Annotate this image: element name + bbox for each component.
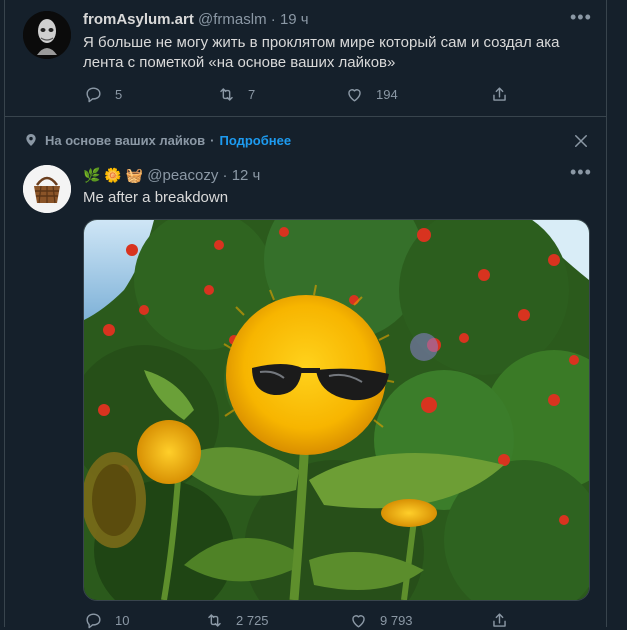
tweet-fromasylum[interactable]: fromAsylum.art @frmaslm · 19 ч ••• Я бол…: [5, 0, 606, 117]
context-separator: ·: [210, 132, 215, 148]
like-count: 194: [376, 87, 398, 102]
share-button[interactable]: [490, 611, 521, 630]
share-icon: [493, 87, 506, 101]
sparkle-pin-icon: [26, 134, 36, 146]
tweet-header: 🌿 🌼 🧺 @peacozy · 12 ч: [83, 165, 260, 186]
like-button[interactable]: 194: [345, 85, 398, 104]
retweet-button[interactable]: 7: [217, 85, 255, 104]
tweet-text-line: Я больше не могу жить в проклятом мире к…: [83, 34, 560, 51]
avatar-peacozy[interactable]: [23, 165, 71, 213]
like-button[interactable]: 9 793: [349, 611, 413, 630]
reply-button[interactable]: 5: [84, 85, 122, 104]
timestamp[interactable]: 12 ч: [232, 167, 261, 184]
reply-count: 5: [115, 87, 123, 102]
more-icon[interactable]: •••: [570, 163, 592, 181]
context-text: На основе ваших лайков: [45, 132, 206, 148]
display-name[interactable]: fromAsylum.art: [83, 11, 194, 28]
tweet-header: fromAsylum.art @frmaslm · 19 ч: [83, 10, 309, 30]
reply-icon: [86, 87, 101, 103]
retweet-button[interactable]: 2 725: [205, 611, 269, 630]
retweet-count: 7: [248, 87, 256, 102]
separator: ·: [270, 11, 276, 28]
reply-button[interactable]: 10: [84, 611, 129, 630]
tweet-text-line: лента с пометкой «на основе ваших лайков…: [83, 54, 396, 71]
context-label: На основе ваших лайков · Подробнее: [23, 132, 291, 148]
tweet-divider: [5, 116, 606, 117]
tweet-text: Me after a breakdown: [83, 189, 229, 206]
like-icon: [348, 89, 361, 102]
share-icon: [493, 613, 506, 627]
reply-icon: [86, 613, 101, 629]
context-more-link[interactable]: Подробнее: [220, 133, 292, 148]
handle[interactable]: @peacozy: [147, 167, 218, 184]
share-button[interactable]: [490, 85, 521, 104]
timeline-column: fromAsylum.art @frmaslm · 19 ч ••• Я бол…: [4, 0, 607, 630]
sunflower-photo: [84, 220, 589, 600]
tweet-text: Я больше не могу жить в проклятом мире к…: [83, 33, 593, 73]
retweet-icon: [220, 88, 233, 101]
display-name-emojis[interactable]: 🌿 🌼 🧺: [83, 167, 143, 183]
like-icon: [352, 615, 365, 628]
retweet-count: 2 725: [236, 613, 269, 628]
timestamp[interactable]: 19 ч: [280, 11, 309, 28]
retweet-icon: [208, 614, 221, 627]
handle[interactable]: @frmaslm: [198, 11, 267, 28]
like-count: 9 793: [380, 613, 413, 628]
avatar-fromasylum[interactable]: [23, 11, 71, 59]
close-icon[interactable]: [572, 132, 590, 150]
more-icon[interactable]: •••: [570, 8, 592, 26]
tweet-media-image[interactable]: [83, 219, 590, 601]
reply-count: 10: [115, 613, 130, 628]
separator: ·: [222, 167, 228, 184]
